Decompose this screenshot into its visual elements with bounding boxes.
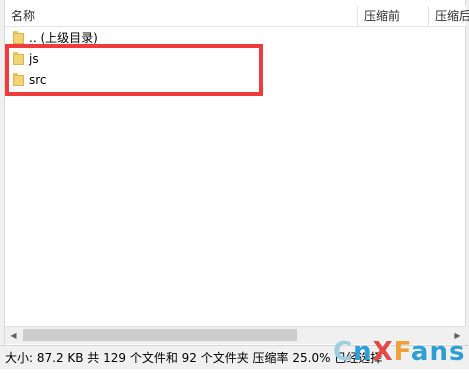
scroll-left-icon[interactable]: ◀ bbox=[5, 327, 22, 344]
highlight-box bbox=[5, 44, 263, 96]
column-header: 名称 压缩前 压缩后 bbox=[5, 6, 469, 27]
column-compressed-size[interactable]: 压缩后 bbox=[429, 6, 469, 26]
archive-window: 名称 压缩前 压缩后 .. (上级目录) js src ◀ ▶ 大小: 87.2… bbox=[0, 0, 469, 373]
column-name[interactable]: 名称 bbox=[5, 6, 357, 26]
watermark-logo: CnXFans bbox=[333, 337, 466, 367]
folder-icon bbox=[13, 31, 24, 44]
scrollbar-thumb[interactable] bbox=[23, 329, 297, 341]
column-uncompressed-size[interactable]: 压缩前 bbox=[358, 6, 428, 26]
right-border bbox=[465, 0, 469, 350]
